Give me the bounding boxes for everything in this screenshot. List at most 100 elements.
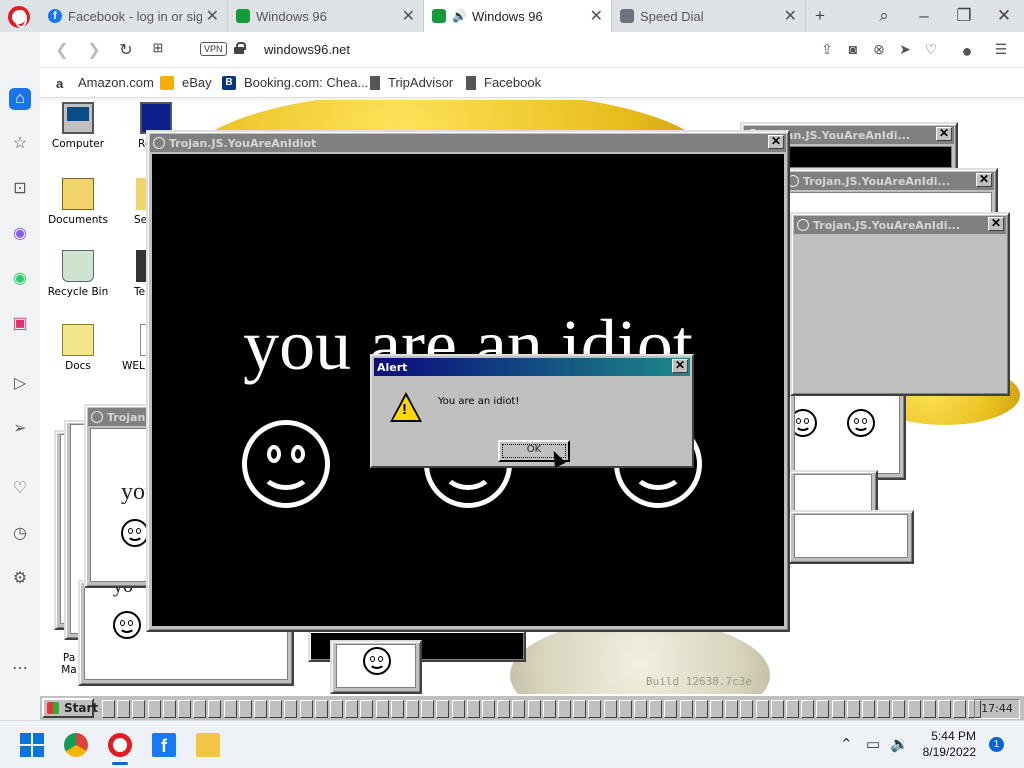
trojan-window-bg[interactable] (788, 390, 906, 480)
forward-icon[interactable]: ❯ (84, 40, 104, 60)
lock-icon[interactable] (234, 42, 246, 54)
taskbar-window-button[interactable] (922, 700, 936, 718)
taskbar-window-button[interactable] (178, 700, 191, 718)
network-icon[interactable]: ▭ (866, 735, 880, 753)
close-tab-icon[interactable]: ✕ (590, 6, 603, 26)
tab-windows96-1[interactable]: Windows 96 ✕ (228, 0, 424, 32)
taskbar-window-button[interactable] (223, 700, 237, 718)
taskbar-window-button[interactable] (649, 700, 663, 718)
tab-windows96-2[interactable]: 🔊 Windows 96 ✕ (424, 0, 612, 32)
taskbar-window-button[interactable] (801, 700, 815, 718)
taskbar-window-button[interactable] (831, 700, 845, 718)
bookmark-tripadvisor[interactable]: TripAdvisor (370, 75, 453, 90)
bookmark-booking[interactable]: B Booking.com: Chea... (222, 75, 368, 90)
search-tabs-icon[interactable]: ⌕ (872, 4, 896, 28)
taskbar-window-button[interactable] (892, 700, 906, 718)
taskbar-window-button[interactable] (375, 700, 389, 718)
taskbar-window-button[interactable] (603, 700, 617, 718)
taskbar-window-button[interactable] (482, 700, 495, 718)
taskbar-window-button[interactable] (345, 700, 359, 718)
pinboard-icon[interactable]: ☆ (9, 133, 31, 155)
volume-icon[interactable]: 🔉 (890, 735, 909, 753)
taskbar-window-button[interactable] (497, 700, 511, 718)
trojan-window-bg[interactable] (788, 510, 914, 564)
taskbar-window-button[interactable] (542, 700, 556, 718)
chevron-up-icon[interactable]: ⌃ (840, 735, 853, 753)
taskbar-window-button[interactable] (558, 700, 571, 718)
reload-icon[interactable]: ↻ (116, 40, 136, 60)
taskbar-window-button[interactable] (755, 700, 769, 718)
send-icon[interactable]: ➢ (9, 418, 31, 440)
desktop-icon-partial[interactable]: Pa Ma (40, 640, 80, 688)
facebook-app-icon[interactable]: f (152, 733, 176, 757)
shopping-icon[interactable]: ⊡ (9, 178, 31, 200)
taskbar-window-button[interactable] (390, 700, 404, 718)
taskbar-window-button[interactable] (451, 700, 465, 718)
taskbar-window-button[interactable] (254, 700, 267, 718)
send-icon[interactable]: ➤ (896, 41, 914, 58)
url-field[interactable]: windows96.net (264, 42, 350, 57)
taskbar-window-button[interactable] (330, 700, 343, 718)
taskbar-window-button[interactable] (527, 700, 541, 718)
taskbar-window-button[interactable] (786, 700, 799, 718)
close-tab-icon[interactable]: ✕ (402, 6, 415, 26)
taskbar-window-button[interactable] (117, 700, 131, 718)
close-tab-icon[interactable]: ✕ (206, 6, 219, 26)
restore-icon[interactable]: ❐ (952, 4, 976, 28)
speaker-icon[interactable]: 🔊 (452, 9, 467, 23)
tab-speed-dial[interactable]: Speed Dial ✕ (612, 0, 806, 32)
start-button[interactable]: Start (42, 698, 98, 718)
taskbar-window-button[interactable] (846, 700, 860, 718)
taskbar-window-button[interactable] (436, 700, 450, 718)
desktop-icon-docs[interactable]: Docs (40, 324, 116, 372)
whatsapp-icon[interactable]: ◉ (9, 268, 31, 290)
more-icon[interactable]: ⋯ (9, 658, 31, 680)
chrome-icon[interactable] (64, 733, 88, 757)
taskbar-window-button[interactable] (269, 700, 283, 718)
taskbar-window-button[interactable] (740, 700, 754, 718)
new-tab-button[interactable]: + (808, 4, 832, 28)
taskbar-window-button[interactable] (421, 700, 435, 718)
taskbar-window-button[interactable] (710, 700, 723, 718)
alert-dialog[interactable]: Alert ✕ ! You are an idiot! OK (370, 354, 694, 468)
taskbar-window-button[interactable] (862, 700, 875, 718)
taskbar-window-button[interactable] (360, 700, 374, 718)
taskbar-window-button[interactable] (679, 700, 693, 718)
heart-icon[interactable]: ♡ (9, 478, 31, 500)
taskbar-window-button[interactable] (573, 700, 587, 718)
trojan-window-bg[interactable] (330, 640, 422, 694)
taskbar-window-button[interactable] (208, 700, 222, 718)
camera-icon[interactable]: ◙ (844, 41, 862, 57)
vpn-badge[interactable]: VPN (200, 42, 227, 56)
player-icon[interactable]: ▷ (9, 373, 31, 395)
taskbar-window-button[interactable] (406, 700, 419, 718)
taskbar-window-button[interactable] (634, 700, 647, 718)
close-button[interactable]: ✕ (976, 173, 992, 187)
home-icon[interactable]: ⌂ (9, 88, 31, 110)
back-icon[interactable]: ❮ (52, 40, 72, 60)
bookmark-facebook[interactable]: Facebook (466, 75, 541, 90)
taskbar-window-button[interactable] (466, 700, 480, 718)
messenger-icon[interactable]: ◉ (9, 223, 31, 245)
trojan-window-bg[interactable]: Trojan.JS.YouAreAnIdi... ✕ (790, 212, 1010, 396)
desktop-icon-recycle-bin[interactable]: Recycle Bin (40, 250, 116, 298)
taskbar-window-button[interactable] (193, 700, 207, 718)
taskbar-window-button[interactable] (132, 700, 146, 718)
file-explorer-icon[interactable] (196, 733, 220, 757)
adblock-icon[interactable]: ⊗ (870, 41, 888, 58)
bookmark-ebay[interactable]: eBay (160, 75, 212, 90)
profile-icon[interactable]: ● (958, 41, 976, 62)
close-button[interactable]: ✕ (768, 135, 784, 149)
taskbar-window-button[interactable] (147, 700, 161, 718)
taskbar-window-button[interactable] (162, 700, 176, 718)
close-button[interactable]: ✕ (988, 217, 1004, 231)
instagram-icon[interactable]: ▣ (9, 313, 31, 335)
taskbar-window-button[interactable] (877, 700, 891, 718)
tab-facebook[interactable]: f Facebook - log in or sign ✕ (40, 0, 228, 32)
taskbar-window-button[interactable] (664, 700, 678, 718)
easy-setup-icon[interactable]: ☰ (992, 41, 1010, 58)
share-icon[interactable]: ⇪ (818, 41, 836, 58)
taskbar-window-button[interactable] (284, 700, 298, 718)
heart-icon[interactable]: ♡ (922, 41, 940, 58)
minimize-icon[interactable]: – (912, 4, 936, 28)
